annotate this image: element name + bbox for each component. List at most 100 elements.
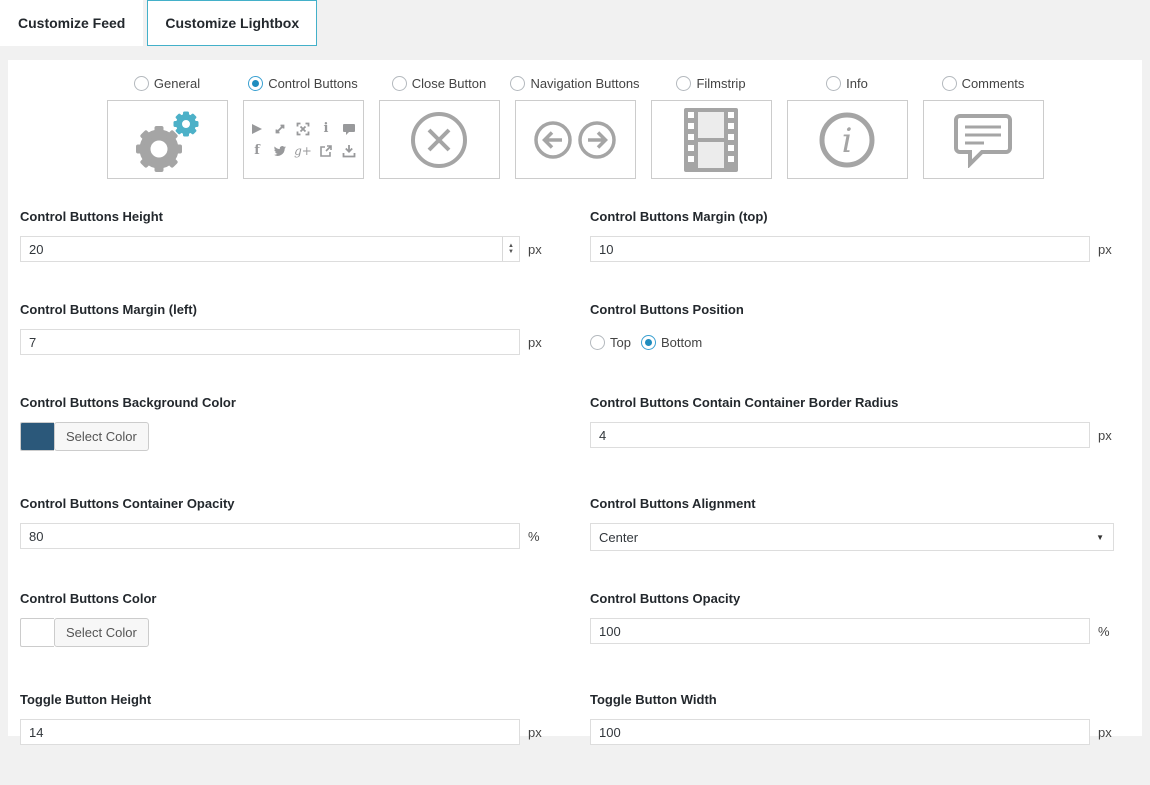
position-top-option[interactable]: Top <box>590 335 631 350</box>
position-top-label: Top <box>610 335 631 350</box>
stepper-down-icon[interactable]: ▼ <box>508 249 514 255</box>
unit-suffix: px <box>528 335 544 350</box>
facebook-icon: f <box>254 144 260 158</box>
field-control-buttons-opacity: Control Buttons Opacity % <box>590 591 1114 652</box>
control-buttons-radio[interactable] <box>248 76 263 91</box>
info-circle-icon: i <box>817 110 877 170</box>
position-top-radio[interactable] <box>590 335 605 350</box>
field-control-buttons-margin-top: Control Buttons Margin (top) px <box>590 209 1114 262</box>
close-button-radio[interactable] <box>392 76 407 91</box>
general-label: General <box>154 76 200 91</box>
control-buttons-alignment-label: Control Buttons Alignment <box>590 496 1114 511</box>
tab-customize-lightbox[interactable]: Customize Lightbox <box>147 0 317 46</box>
lightbox-section-nav: General <box>8 76 1142 179</box>
unit-suffix: px <box>1098 242 1114 257</box>
close-button-label: Close Button <box>412 76 486 91</box>
close-button-iconbox[interactable] <box>379 100 500 179</box>
field-control-buttons-height: Control Buttons Height ▲ ▼ px <box>20 209 544 262</box>
general-iconbox[interactable] <box>107 100 228 179</box>
tab-customize-feed[interactable]: Customize Feed <box>0 0 143 46</box>
nav-item-comments[interactable]: Comments <box>923 76 1044 179</box>
control-buttons-iconbox[interactable]: i f g+ <box>243 100 364 179</box>
nav-item-navigation-buttons[interactable]: Navigation Buttons <box>515 76 636 179</box>
tab-bar: Customize Feed Customize Lightbox <box>0 0 1150 46</box>
number-stepper[interactable]: ▲ ▼ <box>502 237 519 261</box>
download-icon <box>342 144 356 158</box>
navigation-buttons-label: Navigation Buttons <box>530 76 639 91</box>
twitter-icon <box>273 144 287 158</box>
control-buttons-opacity-input[interactable] <box>590 618 1090 644</box>
navigation-buttons-radio[interactable] <box>510 76 525 91</box>
nav-item-close-button[interactable]: Close Button <box>379 76 500 179</box>
customize-lightbox-panel: General <box>8 60 1142 736</box>
position-bottom-radio[interactable] <box>641 335 656 350</box>
info-iconbox[interactable]: i <box>787 100 908 179</box>
alignment-select[interactable]: Center <box>590 523 1114 551</box>
control-buttons-margin-top-input[interactable] <box>590 236 1090 262</box>
filmstrip-iconbox[interactable] <box>651 100 772 179</box>
expand-icon <box>273 122 287 136</box>
control-buttons-label: Control Buttons <box>268 76 358 91</box>
external-link-icon <box>319 144 333 158</box>
toggle-button-width-label: Toggle Button Width <box>590 692 1114 707</box>
general-radio[interactable] <box>134 76 149 91</box>
control-buttons-margin-left-input[interactable] <box>20 329 520 355</box>
select-color-button[interactable]: Select Color <box>54 618 149 647</box>
comments-radio[interactable] <box>942 76 957 91</box>
field-control-buttons-color: Control Buttons Color Select Color <box>20 591 544 652</box>
buttons-color-swatch <box>20 618 54 647</box>
info-mini-icon: i <box>324 122 329 136</box>
select-color-button[interactable]: Select Color <box>54 422 149 451</box>
position-bottom-option[interactable]: Bottom <box>641 335 702 350</box>
googleplus-icon: g+ <box>294 144 312 158</box>
control-buttons-margin-top-label: Control Buttons Margin (top) <box>590 209 1114 224</box>
toggle-button-height-input[interactable] <box>20 719 520 745</box>
control-buttons-position-label: Control Buttons Position <box>590 302 1114 317</box>
container-border-radius-input[interactable] <box>590 422 1090 448</box>
close-circle-icon <box>409 110 469 170</box>
comments-label: Comments <box>962 76 1025 91</box>
control-buttons-height-label: Control Buttons Height <box>20 209 544 224</box>
control-buttons-color-label: Control Buttons Color <box>20 591 544 606</box>
field-toggle-button-height: Toggle Button Height px <box>20 692 544 745</box>
nav-arrows-icon <box>533 119 617 161</box>
nav-item-info[interactable]: Info i <box>787 76 908 179</box>
toggle-button-height-label: Toggle Button Height <box>20 692 544 707</box>
toggle-button-width-input[interactable] <box>590 719 1090 745</box>
control-buttons-opacity-label: Control Buttons Opacity <box>590 591 1114 606</box>
field-container-opacity: Control Buttons Container Opacity % <box>20 496 544 551</box>
nav-item-control-buttons[interactable]: Control Buttons i f g+ <box>243 76 364 179</box>
comments-iconbox[interactable] <box>923 100 1044 179</box>
comment-bubble-icon <box>952 112 1014 168</box>
control-buttons-height-input[interactable] <box>20 236 520 262</box>
gears-icon <box>129 107 205 173</box>
unit-suffix: % <box>1098 624 1114 639</box>
control-buttons-icon: i f g+ <box>249 122 357 158</box>
play-icon <box>250 122 264 136</box>
unit-suffix: % <box>528 529 544 544</box>
container-opacity-label: Control Buttons Container Opacity <box>20 496 544 511</box>
field-control-buttons-alignment: Control Buttons Alignment Center ▼ <box>590 496 1114 551</box>
field-control-buttons-margin-left: Control Buttons Margin (left) px <box>20 302 544 355</box>
container-opacity-input[interactable] <box>20 523 520 549</box>
control-buttons-position-group: Top Bottom <box>590 329 1114 355</box>
unit-suffix: px <box>1098 725 1114 740</box>
info-radio[interactable] <box>826 76 841 91</box>
control-buttons-background-color-label: Control Buttons Background Color <box>20 395 544 410</box>
position-bottom-label: Bottom <box>661 335 702 350</box>
unit-suffix: px <box>1098 428 1114 443</box>
navigation-buttons-iconbox[interactable] <box>515 100 636 179</box>
fullscreen-icon <box>296 122 310 136</box>
nav-item-filmstrip[interactable]: Filmstrip <box>651 76 772 179</box>
unit-suffix: px <box>528 242 544 257</box>
field-container-border-radius: Control Buttons Contain Container Border… <box>590 395 1114 456</box>
buttons-color-picker: Select Color <box>20 618 149 647</box>
nav-item-general[interactable]: General <box>107 76 228 179</box>
unit-suffix: px <box>528 725 544 740</box>
control-buttons-margin-left-label: Control Buttons Margin (left) <box>20 302 544 317</box>
filmstrip-label: Filmstrip <box>696 76 745 91</box>
control-buttons-settings-form: Control Buttons Height ▲ ▼ px Control Bu… <box>8 193 1142 785</box>
filmstrip-radio[interactable] <box>676 76 691 91</box>
container-border-radius-label: Control Buttons Contain Container Border… <box>590 395 1114 410</box>
svg-text:i: i <box>842 121 853 161</box>
